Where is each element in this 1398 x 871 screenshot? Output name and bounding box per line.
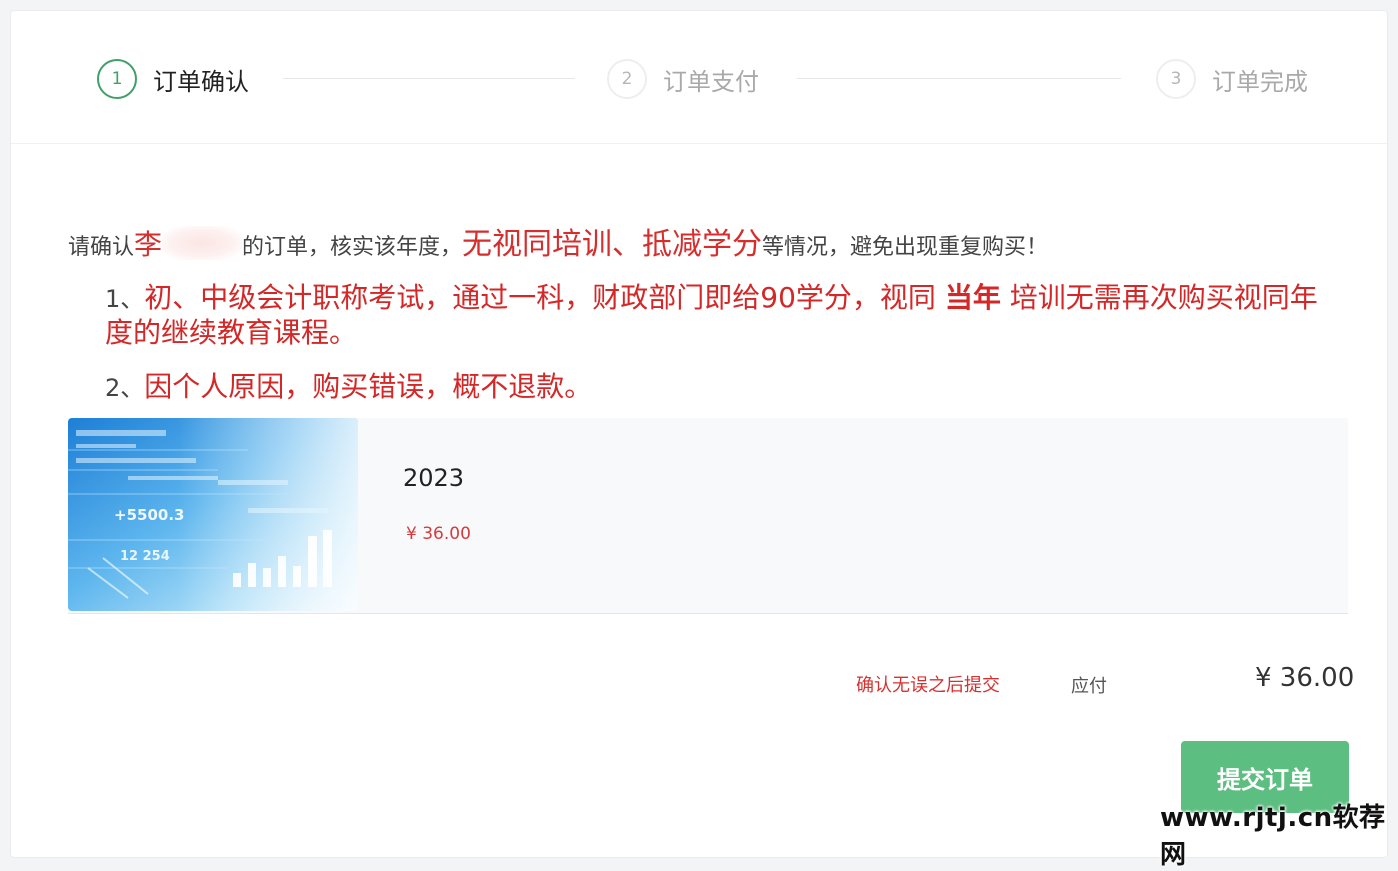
- notice-item-2-text: 因个人原因，购买错误，概不退款。: [144, 370, 593, 403]
- notice-item-1-bold: 当年: [944, 281, 1001, 314]
- product-card: +5500.3 12 254 2023 ¥ 36.00: [68, 418, 1348, 614]
- name-redaction-blur: [162, 226, 243, 260]
- step-order-payment: 2 订单支付: [607, 59, 759, 99]
- notice-highlight: 无视同培训、抵减学分: [462, 227, 763, 262]
- order-steps: 1 订单确认 2 订单支付 3 订单完成: [11, 11, 1387, 144]
- amount-due-label: 应付: [1071, 676, 1107, 697]
- customer-name: 李: [134, 228, 163, 261]
- notice-item-2-number: 2、: [105, 374, 145, 402]
- notice-item-2: 2、因个人原因，购买错误，概不退款。: [105, 370, 1368, 405]
- step-connector-2: [797, 78, 1121, 79]
- notice-item-1-text-a: 初、中级会计职称考试，通过一科，财政部门即给90学分，视同: [144, 281, 936, 314]
- product-thumbnail: +5500.3 12 254: [68, 418, 358, 611]
- step-label-3: 订单完成: [1212, 67, 1308, 96]
- notice-item-1-number: 1、: [105, 285, 145, 313]
- step-order-complete: 3 订单完成: [1156, 59, 1308, 99]
- step-connector-1: [283, 78, 575, 79]
- step-label-2: 订单支付: [663, 67, 759, 96]
- step-number-2: 2: [607, 59, 647, 99]
- notice-headline: 请确认李 的订单，核实该年度，无视同培训、抵减学分等情况，避免出现重复购买！: [68, 219, 1368, 263]
- step-number-3: 3: [1156, 59, 1196, 99]
- step-number-1: 1: [97, 59, 137, 99]
- submit-hint: 确认无误之后提交: [856, 675, 1000, 696]
- product-title: 2023: [403, 464, 465, 492]
- amount-due-value: ¥ 36.00: [1255, 663, 1355, 693]
- notice-after-name: 的订单，核实该年度，: [242, 235, 463, 260]
- order-panel: 1 订单确认 2 订单支付 3 订单完成 请确认李 的订单，核实该年度，无视同培训…: [10, 10, 1388, 858]
- notice-item-1: 1、初、中级会计职称考试，通过一科，财政部门即给90学分，视同 当年 培训无需再…: [105, 281, 1335, 350]
- order-notice: 请确认李 的订单，核实该年度，无视同培训、抵减学分等情况，避免出现重复购买！ 1、…: [68, 219, 1368, 405]
- product-price: ¥ 36.00: [406, 524, 471, 544]
- step-order-confirm: 1 订单确认: [97, 59, 249, 99]
- notice-prefix: 请确认: [68, 235, 135, 260]
- step-label-1: 订单确认: [153, 67, 249, 96]
- thumb-label-b: 12 254: [120, 549, 170, 564]
- thumb-label-a: +5500.3: [114, 506, 184, 524]
- notice-suffix: 等情况，避免出现重复购买！: [762, 235, 1049, 260]
